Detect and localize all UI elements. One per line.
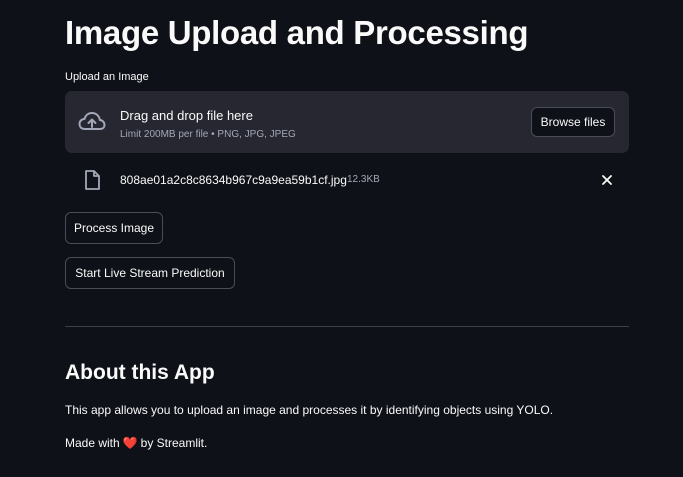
heart-icon: ❤️ xyxy=(122,436,138,450)
page-title: Image Upload and Processing xyxy=(65,14,529,51)
app-page: Image Upload and Processing Upload an Im… xyxy=(0,0,683,477)
browse-files-button[interactable]: Browse files xyxy=(531,107,615,137)
file-dropzone[interactable]: Drag and drop file here Limit 200MB per … xyxy=(65,91,629,153)
made-with-line: Made with ❤️ by Streamlit. xyxy=(65,436,207,450)
dropzone-title: Drag and drop file here xyxy=(120,108,253,123)
uploaded-file-row: 808ae01a2c8c8634b967c9a9ea59b1cf.jpg 12.… xyxy=(65,168,629,192)
divider xyxy=(65,326,629,327)
about-title: About this App xyxy=(65,361,215,384)
process-image-button[interactable]: Process Image xyxy=(65,212,163,244)
upload-label: Upload an Image xyxy=(65,71,149,83)
cloud-upload-icon xyxy=(78,112,106,130)
file-icon xyxy=(85,170,100,190)
about-description: This app allows you to upload an image a… xyxy=(65,403,554,417)
made-with-suffix: by Streamlit. xyxy=(140,436,208,450)
file-size: 12.3KB xyxy=(347,174,380,185)
file-name: 808ae01a2c8c8634b967c9a9ea59b1cf.jpg xyxy=(120,173,347,187)
start-live-stream-button[interactable]: Start Live Stream Prediction xyxy=(65,257,235,289)
dropzone-limit-text: Limit 200MB per file • PNG, JPG, JPEG xyxy=(120,129,296,140)
close-icon[interactable] xyxy=(601,174,613,186)
made-with-prefix: Made with xyxy=(65,436,120,450)
